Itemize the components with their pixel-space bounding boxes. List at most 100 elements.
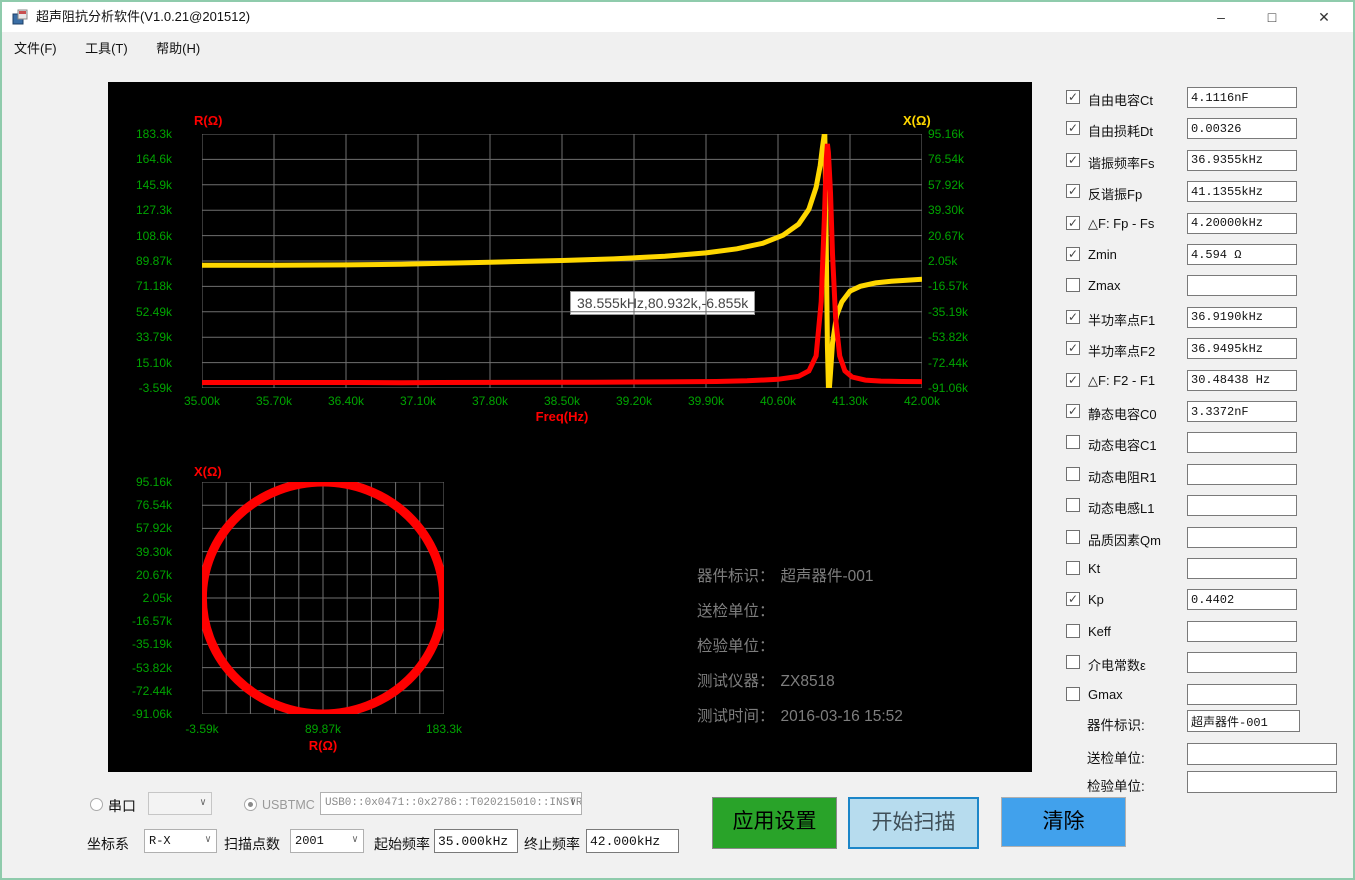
result-checkbox[interactable]: ✓ [1066, 592, 1080, 606]
chevron-down-icon: ∨ [352, 830, 358, 852]
axis-tick-label: 164.6k [108, 152, 172, 166]
result-value-input[interactable] [1187, 652, 1297, 673]
axis-tick-label: -3.59k [162, 722, 242, 736]
result-checkbox[interactable]: ✓ [1066, 373, 1080, 387]
menu-item-tools[interactable]: 工具(T) [73, 32, 140, 63]
axis-tick-label: 127.3k [108, 203, 172, 217]
r-axis-title: R(Ω) [194, 113, 222, 128]
result-value-input[interactable] [1187, 181, 1297, 202]
result-value-input[interactable] [1187, 275, 1297, 296]
menu-bar: 文件(F) 工具(T) 帮助(H) [2, 32, 1353, 60]
result-label: 动态电阻R1 [1088, 467, 1157, 486]
start-scan-button[interactable]: 开始扫描 [848, 797, 979, 849]
axis-tick-label: -16.57k [108, 614, 172, 628]
result-checkbox[interactable] [1066, 435, 1080, 449]
result-value-input[interactable] [1187, 150, 1297, 171]
apply-settings-button[interactable]: 应用设置 [712, 797, 837, 849]
result-checkbox[interactable]: ✓ [1066, 216, 1080, 230]
axis-tick-label: 41.30k [814, 394, 886, 408]
result-checkbox[interactable]: ✓ [1066, 310, 1080, 324]
result-value-input[interactable] [1187, 213, 1297, 234]
result-checkbox[interactable]: ✓ [1066, 153, 1080, 167]
result-checkbox[interactable] [1066, 467, 1080, 481]
menu-item-file[interactable]: 文件(F) [2, 32, 69, 63]
result-label: △F: Fp - Fs [1088, 216, 1154, 232]
result-checkbox[interactable]: ✓ [1066, 404, 1080, 418]
stop-freq-label: 终止频率 [524, 834, 580, 854]
serial-radio[interactable] [90, 798, 103, 811]
result-value-input[interactable] [1187, 621, 1297, 642]
close-button[interactable]: ✕ [1299, 2, 1349, 32]
info-instrument: 测试仪器：ZX8518 [697, 671, 903, 706]
result-value-input[interactable] [1187, 401, 1297, 422]
result-label: 半功率点F1 [1088, 310, 1155, 329]
result-label: Kt [1088, 561, 1100, 576]
serial-port-select[interactable]: ∨ [148, 792, 212, 815]
axis-tick-label: 183.3k [108, 127, 172, 141]
result-checkbox[interactable] [1066, 624, 1080, 638]
sweep-points-label: 扫描点数 [224, 834, 280, 854]
info-block: 器件标识：超声器件-001 送检单位： 检验单位： 测试仪器：ZX8518 测试… [697, 566, 903, 741]
axis-tick-label: 145.9k [108, 178, 172, 192]
inspector-unit-input[interactable] [1187, 771, 1337, 793]
impedance-chart[interactable] [202, 134, 922, 388]
menu-item-help[interactable]: 帮助(H) [144, 32, 212, 63]
result-value-input[interactable] [1187, 87, 1297, 108]
device-id-input[interactable] [1187, 710, 1300, 732]
start-freq-input[interactable] [434, 829, 518, 853]
maximize-button[interactable]: □ [1247, 2, 1297, 32]
sweep-points-select[interactable]: 2001∨ [290, 829, 364, 853]
result-value-input[interactable] [1187, 684, 1297, 705]
serial-label: 串口 [108, 796, 136, 816]
result-value-input[interactable] [1187, 370, 1297, 391]
sender-unit-input[interactable] [1187, 743, 1337, 765]
axis-tick-label: -16.57k [928, 279, 988, 293]
result-checkbox[interactable] [1066, 561, 1080, 575]
axis-tick-label: 52.49k [108, 305, 172, 319]
result-value-input[interactable] [1187, 307, 1297, 328]
result-checkbox[interactable]: ✓ [1066, 341, 1080, 355]
axis-tick-label: -35.19k [928, 305, 988, 319]
minimize-button[interactable]: – [1196, 2, 1246, 32]
usbtmc-radio[interactable] [244, 798, 257, 811]
axis-tick-label: 37.80k [454, 394, 526, 408]
result-checkbox[interactable] [1066, 687, 1080, 701]
result-checkbox[interactable] [1066, 530, 1080, 544]
result-value-input[interactable] [1187, 338, 1297, 359]
result-value-input[interactable] [1187, 464, 1297, 485]
axis-tick-label: 89.87k [108, 254, 172, 268]
device-id-label: 器件标识: [1087, 714, 1145, 734]
chevron-down-icon: ∨ [205, 830, 211, 852]
stop-freq-input[interactable] [586, 829, 679, 853]
result-value-input[interactable] [1187, 432, 1297, 453]
result-value-input[interactable] [1187, 495, 1297, 516]
result-checkbox[interactable]: ✓ [1066, 121, 1080, 135]
coord-system-select[interactable]: R-X∨ [144, 829, 217, 853]
result-checkbox[interactable]: ✓ [1066, 90, 1080, 104]
clear-button[interactable]: 清除 [1001, 797, 1126, 847]
result-label: 反谐振Fp [1088, 184, 1142, 203]
result-value-input[interactable] [1187, 118, 1297, 139]
result-value-input[interactable] [1187, 527, 1297, 548]
axis-tick-label: 20.67k [928, 229, 988, 243]
axis-tick-label: 57.92k [928, 178, 988, 192]
axis-tick-label: -35.19k [108, 637, 172, 651]
chart-panel: R(Ω) X(Ω) Freq(Hz) 38.555kHz,80.932k,-6.… [108, 82, 1032, 772]
app-icon [12, 9, 28, 25]
circle-chart[interactable] [202, 482, 444, 714]
usbtmc-address-select[interactable]: USB0::0x0471::0x2786::T020215010::INSTR∨ [320, 792, 582, 815]
axis-tick-label: -53.82k [928, 330, 988, 344]
result-label: 动态电感L1 [1088, 498, 1154, 517]
result-label: Zmax [1088, 278, 1121, 293]
coord-system-label: 坐标系 [87, 834, 129, 854]
result-value-input[interactable] [1187, 558, 1297, 579]
result-value-input[interactable] [1187, 244, 1297, 265]
result-checkbox[interactable] [1066, 655, 1080, 669]
result-label: 介电常数ε [1088, 655, 1146, 674]
result-checkbox[interactable] [1066, 498, 1080, 512]
result-value-input[interactable] [1187, 589, 1297, 610]
result-checkbox[interactable]: ✓ [1066, 247, 1080, 261]
result-checkbox[interactable] [1066, 278, 1080, 292]
window-title: 超声阻抗分析软件(V1.0.21@201512) [36, 2, 250, 32]
result-checkbox[interactable]: ✓ [1066, 184, 1080, 198]
